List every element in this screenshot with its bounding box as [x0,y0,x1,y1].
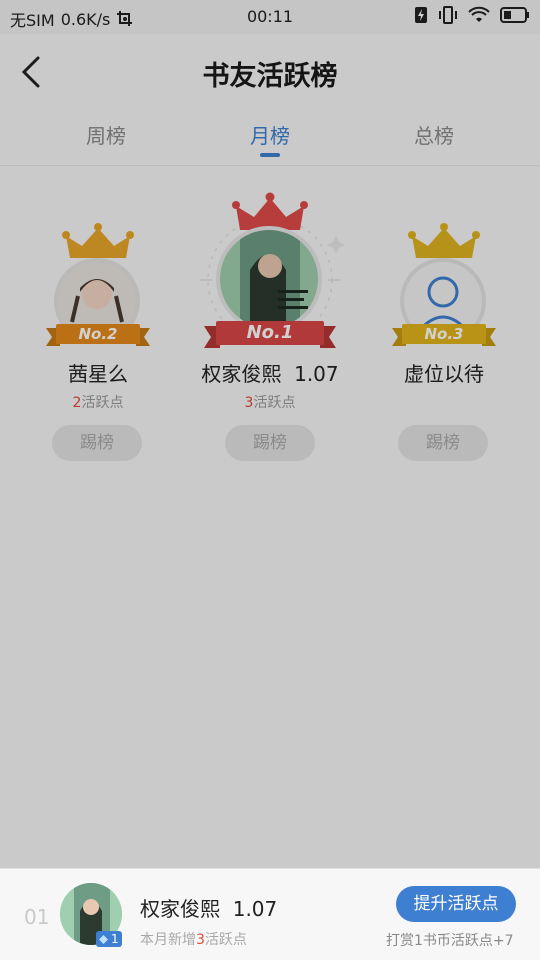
rank3-avatar-group[interactable]: No.3 [384,222,504,352]
rank3-kick-button[interactable]: 踢榜 [398,425,488,461]
my-name: 权家俊熙 1.07 [140,897,278,921]
rank1-avatar-group[interactable]: No.1 [190,192,350,356]
rank3-name: 虚位以待 [404,362,484,386]
wifi-icon [468,6,490,22]
rank2-name: 茜星么 [68,362,128,386]
status-right [414,6,530,24]
header: 书友活跃榜 [0,34,540,110]
my-rank-number: 01 [24,905,50,929]
tab-monthly[interactable]: 月榜 [210,120,330,149]
rank1-kick-button[interactable]: 踢榜 [225,425,315,461]
avatar-portrait-image [220,230,318,328]
crown-icon [62,223,134,258]
rank-ribbon: No.3 [392,322,496,348]
tab-bar: 周榜 月榜 总榜 [0,110,540,166]
battery-saver-icon [415,7,427,23]
rank1-name: 权家俊熙 1.07 [201,362,339,386]
rank-badge-label: No.3 [424,325,464,343]
rank2-points: 2活跃点 [72,395,124,411]
avatar [216,226,322,332]
my-monthly-points: 本月新增3活跃点 [140,932,247,948]
boost-activity-button[interactable]: 提升活跃点 [396,886,516,922]
rank1-points: 3活跃点 [244,395,296,411]
rank-badge-label: No.2 [78,325,118,343]
tab-active-indicator [260,153,280,157]
my-level-badge: 1 [96,931,122,947]
boost-hint: 打赏1书币活跃点+7 [386,933,514,949]
diamond-icon [99,934,109,944]
rank-ribbon: No.2 [46,322,150,348]
page-title: 书友活跃榜 [202,61,338,92]
crown-icon [408,223,480,258]
rank-ribbon: No.1 [204,318,336,350]
rank-badge-label: No.1 [246,322,294,343]
rank2-avatar-group[interactable]: No.2 [38,222,158,352]
vibrate-icon [439,6,457,24]
status-bar: 无SIM 0.6K/s 00:11 [0,0,540,34]
tab-weekly[interactable]: 周榜 [46,120,166,149]
battery-icon [500,7,529,23]
rank2-kick-button[interactable]: 踢榜 [52,425,142,461]
tab-total[interactable]: 总榜 [374,120,494,149]
my-rank-bar: 01 1 权家俊熙 1.07 本月新增3活跃点 提升活跃点 打赏1书币活跃点+7 [0,868,540,960]
